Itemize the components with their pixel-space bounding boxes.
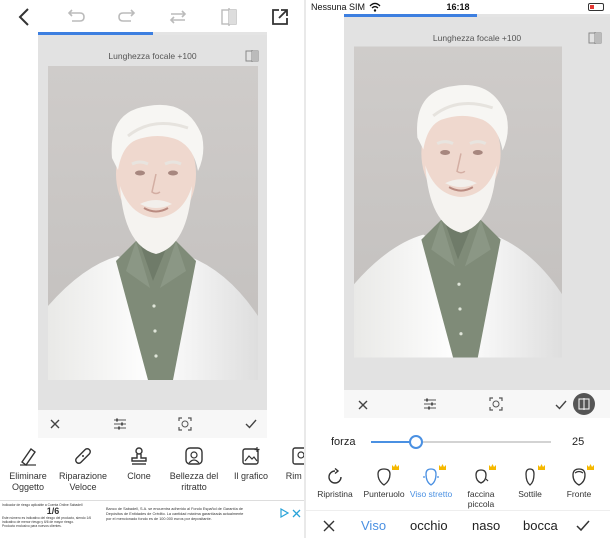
face-small-icon: [470, 464, 496, 488]
tab-naso[interactable]: naso: [472, 518, 500, 533]
battery-icon: [588, 3, 604, 11]
status-time: 16:18: [446, 2, 470, 12]
forehead-icon: [568, 464, 594, 488]
edit-actions-bar: [344, 390, 610, 418]
premium-crown-icon: [439, 464, 446, 470]
eraser-icon: [16, 444, 40, 468]
ad-disclaimer: Banco de Sabadell, S.A. se encuentra adh…: [106, 507, 244, 521]
tab-viso[interactable]: Viso: [361, 518, 386, 533]
face-detect-icon[interactable]: [489, 397, 503, 416]
close-icon[interactable]: [358, 397, 368, 415]
image-graphic-icon: [239, 444, 263, 468]
face-part-tabs: Viso occhio naso bocca: [306, 510, 610, 538]
left-editor-screen: Lunghezza focale +100 Eliminare Oggetto: [0, 0, 304, 538]
tool-riparazione-veloce[interactable]: Riparazione Veloce: [56, 444, 110, 493]
premium-crown-icon: [587, 464, 594, 470]
tool-rim-sfo[interactable]: Rim sfo: [281, 444, 304, 482]
ad-ratio: 1/6: [46, 506, 60, 516]
export-icon[interactable]: [268, 5, 292, 29]
face-tools-row: Ripristina Punteruolo Viso stretto facci…: [306, 462, 610, 510]
face-tool-faccina-piccola[interactable]: faccina piccola: [456, 464, 506, 509]
edit-actions-bar: [38, 410, 267, 438]
close-icon[interactable]: [322, 519, 336, 533]
portrait-beauty-icon: [182, 444, 206, 468]
canvas-title: Lunghezza focale +100: [432, 33, 522, 43]
compare-icon[interactable]: [217, 5, 241, 29]
stamp-icon: [127, 444, 151, 468]
canvas-area[interactable]: Lunghezza focale +100: [38, 35, 267, 410]
canvas-title: Lunghezza focale +100: [108, 51, 197, 61]
split-compare-icon[interactable]: [588, 31, 602, 44]
face-tool-fronte[interactable]: Fronte: [554, 464, 604, 500]
premium-crown-icon: [392, 464, 399, 470]
reset-icon: [324, 466, 346, 488]
face-narrow-icon: [420, 464, 446, 488]
battery-level: [590, 5, 594, 9]
confirm-icon[interactable]: [555, 397, 567, 415]
redo-icon[interactable]: [115, 5, 139, 29]
tool-eliminare-oggetto[interactable]: Eliminare Oggetto: [3, 444, 53, 493]
tool-il-grafico[interactable]: Il grafico: [227, 444, 275, 482]
right-editor-screen: Nessuna SIM 16:18 Lunghezza focale +100: [306, 0, 610, 538]
sliders-icon[interactable]: [113, 417, 127, 431]
background-remove-icon: [289, 444, 304, 468]
tab-bocca[interactable]: bocca: [523, 518, 558, 533]
undo-icon[interactable]: [64, 5, 88, 29]
force-slider[interactable]: [371, 435, 551, 449]
bandage-icon: [71, 444, 95, 468]
ad-footer-text: Producto exclusivo para nuevos clientes.: [2, 524, 62, 528]
confirm-icon[interactable]: [576, 519, 590, 533]
sliders-icon[interactable]: [423, 397, 437, 415]
adchoices-icon[interactable]: [280, 505, 290, 519]
face-thin-icon: [519, 464, 545, 488]
premium-crown-icon: [538, 464, 545, 470]
ad-controls: [280, 505, 302, 519]
split-compare-icon[interactable]: [245, 49, 259, 62]
ad-risk-indicator: Indicador de riesgo aplicable a Cuenta O…: [2, 503, 104, 535]
portrait-photo[interactable]: [354, 46, 562, 358]
compare-toggle-button[interactable]: [573, 393, 595, 415]
tool-clone[interactable]: Clone: [117, 444, 161, 482]
face-awl-icon: [373, 464, 399, 488]
ad-banner[interactable]: Indicador de riesgo aplicable a Cuenta O…: [0, 500, 304, 538]
ad-close-icon[interactable]: [292, 505, 301, 518]
tools-row: Eliminare Oggetto Riparazione Veloce Clo…: [0, 440, 304, 498]
confirm-icon[interactable]: [244, 417, 258, 431]
top-toolbar: [0, 0, 304, 34]
ad-body-text: Este número es indicativo del riesgo del…: [2, 516, 92, 524]
force-label: forza: [331, 436, 356, 448]
face-tool-sottile[interactable]: Sottile: [505, 464, 555, 500]
status-bar: Nessuna SIM 16:18: [306, 0, 610, 14]
force-slider-thumb[interactable]: [409, 435, 423, 449]
history-icon[interactable]: [166, 5, 190, 29]
force-value: 25: [572, 436, 585, 448]
portrait-photo[interactable]: [48, 66, 258, 380]
face-tool-viso-stretto[interactable]: Viso stretto: [406, 464, 456, 500]
tab-occhio[interactable]: occhio: [410, 518, 448, 533]
close-icon[interactable]: [48, 417, 62, 431]
force-slider-row: forza 25: [306, 422, 610, 462]
face-detect-icon[interactable]: [178, 417, 192, 431]
face-tool-punteruolo[interactable]: Punteruolo: [359, 464, 409, 500]
chevron-left-icon[interactable]: [12, 5, 36, 29]
face-tool-ripristina[interactable]: Ripristina: [310, 466, 360, 500]
premium-crown-icon: [489, 464, 496, 470]
tool-bellezza-ritratto[interactable]: Bellezza del ritratto: [167, 444, 221, 493]
